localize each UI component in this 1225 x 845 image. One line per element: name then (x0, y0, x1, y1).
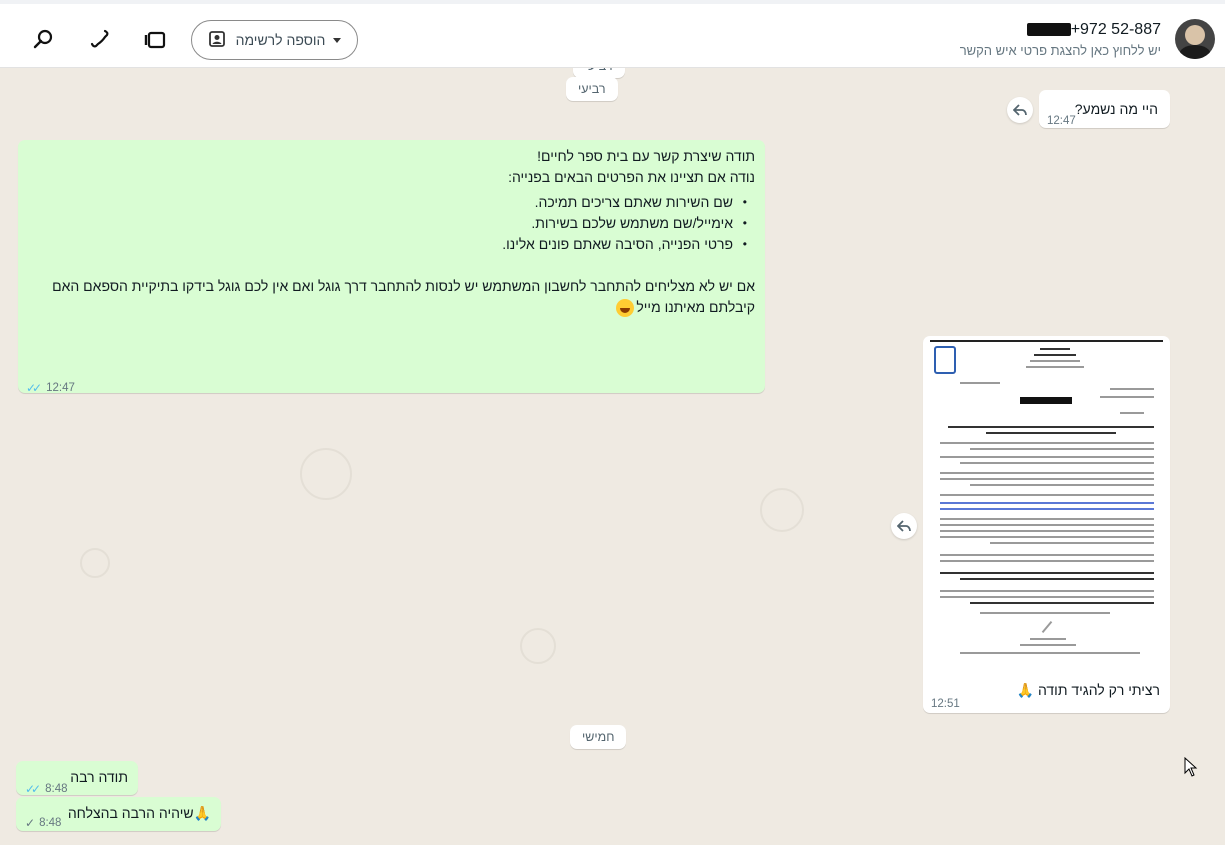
image-caption-row: רציתי רק להגיד תודה 🙏 (1017, 680, 1160, 701)
mouse-cursor-icon (1184, 756, 1198, 782)
message-time: 12:47 (46, 382, 75, 394)
contact-subtitle: יש ללחוץ כאן להצגת פרטי איש הקשר (959, 42, 1161, 58)
message-bubble-outgoing[interactable]: תודה רבה ✓✓ 8:48 (16, 761, 138, 796)
message-text: שיהיה הרבה בהצלחה (67, 805, 194, 821)
message-line: נודה אם תציינו את הפרטים הבאים בפנייה: (508, 169, 755, 185)
folded-hands-emoji-icon: 🙏 (1016, 682, 1035, 698)
message-bubble-incoming[interactable]: היי מה נשמע? 12:47 (1039, 90, 1170, 128)
chat-area: רביעי רביעי היי מה נשמע? 12:47 תודה שיצר… (0, 68, 1225, 845)
image-caption: רציתי רק להגיד תודה (1037, 682, 1160, 698)
message-footer-text: אם יש לא מצליחים להתחבר לחשבון המשתמש יש… (52, 278, 755, 315)
message-bubble-incoming-image[interactable]: רציתי רק להגיד תודה 🙏 12:51 (923, 336, 1170, 713)
wallpaper-pattern (520, 628, 556, 664)
sent-tick-icon: ✓ (25, 816, 36, 830)
folded-hands-emoji-icon: 🙏 (193, 805, 211, 821)
message-meta: ✓ 8:48 (25, 813, 61, 834)
avatar[interactable] (1175, 19, 1215, 59)
message-time: 8:48 (39, 817, 62, 829)
contact-name: +972 52-887 (1070, 20, 1161, 38)
message-bubble-outgoing[interactable]: 🙏שיהיה הרבה בהצלחה ✓ 8:48 (16, 797, 221, 831)
redaction-bar (1020, 397, 1072, 404)
message-time: 12:47 (1047, 115, 1076, 127)
message-meta: ✓✓ 12:47 (26, 378, 75, 399)
chat-header: הוספה לרשימה +972 52-887 יש ללחוץ כאן לה… (0, 0, 1225, 68)
add-to-list-label: הוספה לרשימה (235, 32, 326, 48)
emblem-icon (934, 346, 956, 374)
message-bullet: שם השירות שאתם צריכים תמיכה. (30, 192, 755, 213)
day-chip: חמישי (570, 725, 627, 749)
message-line: תודה שיצרת קשר עם בית ספר לחיים! (537, 148, 755, 164)
read-ticks-icon: ✓✓ (26, 381, 42, 395)
wallpaper-pattern (760, 488, 804, 532)
message-time: 12:51 (931, 698, 960, 710)
message-bullet: אימייל/שם משתמש שלכם בשירות. (30, 213, 755, 234)
message-bullet: פרטי הפנייה, הסיבה שאתם פונים אלינו. (30, 234, 755, 255)
contacts-icon (208, 30, 226, 51)
video-icon[interactable] (144, 28, 168, 52)
forward-icon[interactable] (1007, 97, 1033, 123)
message-text: תודה רבה (70, 769, 128, 785)
message-text: היי מה נשמע? (1074, 101, 1158, 117)
add-to-list-button[interactable]: הוספה לרשימה (191, 20, 358, 60)
redaction-bar (1026, 22, 1071, 36)
forward-icon[interactable] (891, 513, 917, 539)
search-icon[interactable] (32, 28, 56, 52)
document-image[interactable] (930, 340, 1163, 658)
wallpaper-pattern (80, 548, 110, 578)
grinning-emoji-icon (616, 299, 635, 318)
message-bubble-outgoing[interactable]: תודה שיצרת קשר עם בית ספר לחיים! נודה אם… (18, 140, 765, 395)
wallpaper-pattern (300, 448, 352, 500)
phone-icon[interactable] (88, 28, 112, 52)
message-text-row: 🙏שיהיה הרבה בהצלחה (68, 803, 211, 824)
contact-info[interactable]: +972 52-887 יש ללחוץ כאן להצגת פרטי איש … (960, 14, 1215, 64)
chevron-down-icon (333, 37, 342, 43)
day-chip: רביעי (566, 77, 618, 101)
